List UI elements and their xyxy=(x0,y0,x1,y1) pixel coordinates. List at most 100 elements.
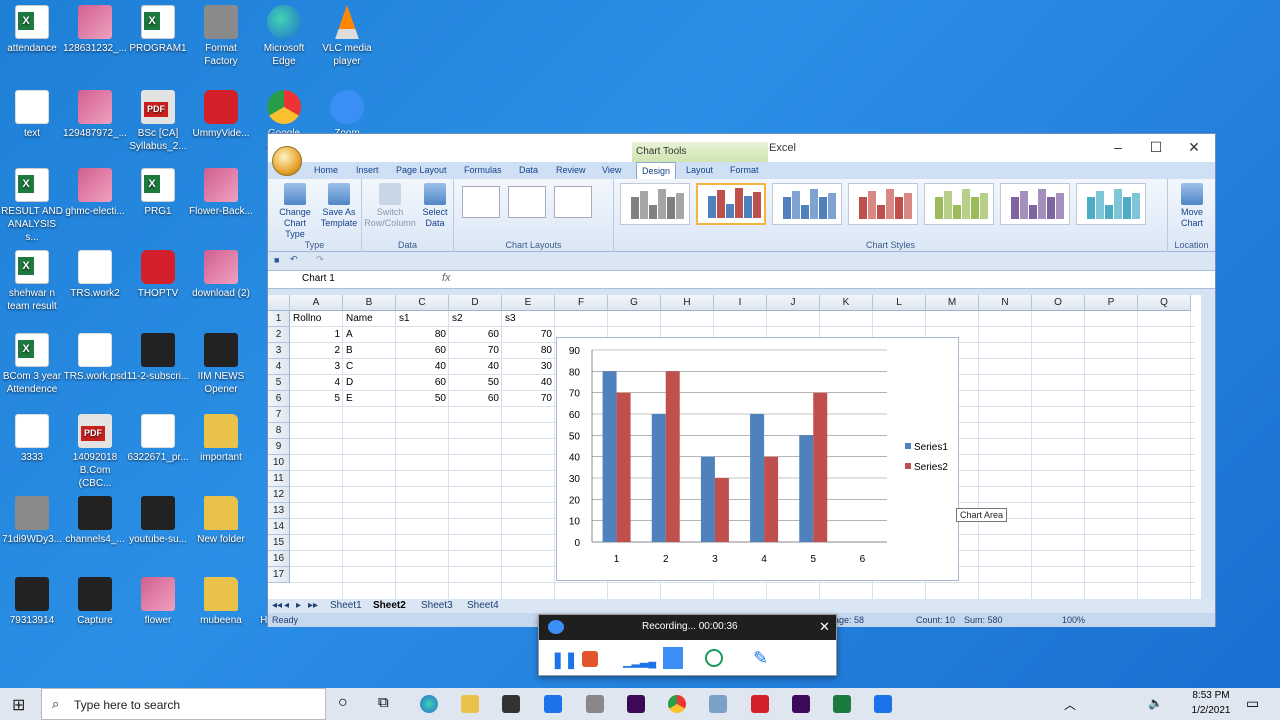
clock-time[interactable]: 8:53 PM xyxy=(1191,690,1231,701)
switch-row-column-button[interactable]: Switch Row/Column xyxy=(364,183,416,229)
column-header[interactable]: Q xyxy=(1138,295,1191,311)
header-cell[interactable]: Rollno xyxy=(290,311,343,327)
column-header[interactable]: J xyxy=(767,295,820,311)
sheet-nav-arrow-icon[interactable]: ▸ xyxy=(296,600,301,611)
desktop-icon[interactable]: ghmc-electi... xyxy=(63,168,127,218)
desktop-icon[interactable]: Flower-Back... xyxy=(189,168,253,218)
desktop-icon[interactable]: youtube-su... xyxy=(126,496,190,546)
column-header[interactable]: I xyxy=(714,295,767,311)
column-header[interactable]: H xyxy=(661,295,714,311)
desktop-icon[interactable]: BCom 3 year Attendence xyxy=(0,333,64,396)
downloader-taskbar-icon[interactable] xyxy=(751,695,769,713)
chart-style-6[interactable] xyxy=(1000,183,1070,225)
data-cell[interactable]: 70 xyxy=(449,343,502,359)
data-cell[interactable]: 60 xyxy=(449,327,502,343)
sheet-nav-arrow-icon[interactable]: ▸▸ xyxy=(308,600,318,611)
tab-home[interactable]: Home xyxy=(314,165,338,175)
column-header[interactable]: B xyxy=(343,295,396,311)
column-header[interactable]: N xyxy=(979,295,1032,311)
data-cell[interactable]: 5 xyxy=(290,391,343,407)
chart-layout-2[interactable] xyxy=(508,186,546,218)
row-header[interactable]: 2 xyxy=(268,327,290,343)
chart-style-4[interactable] xyxy=(848,183,918,225)
tab-data[interactable]: Data xyxy=(519,165,538,175)
column-header[interactable]: F xyxy=(555,295,608,311)
excel-taskbar-icon[interactable] xyxy=(833,695,851,713)
desktop-icon[interactable]: UmmyVide... xyxy=(189,90,253,140)
pause-icon[interactable]: ❚❚ xyxy=(551,650,578,670)
desktop-icon[interactable]: 129487972_... xyxy=(63,90,127,140)
row-header[interactable]: 12 xyxy=(268,487,290,503)
row-header[interactable]: 15 xyxy=(268,535,290,551)
desktop-icon[interactable]: 6322671_pr... xyxy=(126,414,190,464)
desktop-icon[interactable]: attendance xyxy=(0,5,64,55)
data-cell[interactable]: 30 xyxy=(502,359,555,375)
fx-button[interactable]: fx xyxy=(442,272,451,284)
desktop-icon[interactable]: mubeena xyxy=(189,577,253,627)
data-cell[interactable]: 50 xyxy=(396,391,449,407)
save-icon[interactable]: ■ xyxy=(274,255,279,265)
row-header[interactable]: 17 xyxy=(268,567,290,583)
row-header[interactable]: 9 xyxy=(268,439,290,455)
row-header[interactable]: 7 xyxy=(268,407,290,423)
data-cell[interactable]: 60 xyxy=(396,343,449,359)
desktop-icon[interactable]: 14092018 B.Com (CBC... xyxy=(63,414,127,490)
chart-layout-1[interactable] xyxy=(462,186,500,218)
row-header[interactable]: 16 xyxy=(268,551,290,567)
desktop-icon[interactable]: channels4_... xyxy=(63,496,127,546)
minimize-button[interactable]: – xyxy=(1100,139,1136,155)
tab-insert[interactable]: Insert xyxy=(356,165,379,175)
recorder-taskbar-icon[interactable] xyxy=(874,695,892,713)
data-cell[interactable]: 80 xyxy=(502,343,555,359)
tab-formulas[interactable]: Formulas xyxy=(464,165,502,175)
column-header[interactable]: E xyxy=(502,295,555,311)
header-cell[interactable]: s3 xyxy=(502,311,555,327)
column-header[interactable]: O xyxy=(1032,295,1085,311)
task-view-icon[interactable]: ⧉ xyxy=(378,694,389,711)
data-cell[interactable]: 40 xyxy=(396,359,449,375)
chart-style-7[interactable] xyxy=(1076,183,1146,225)
data-cell[interactable]: 40 xyxy=(449,359,502,375)
data-cell[interactable]: E xyxy=(343,391,396,407)
undo-icon[interactable]: ↶ xyxy=(290,254,298,265)
column-header[interactable]: L xyxy=(873,295,926,311)
desktop-icon[interactable]: VLC media player xyxy=(315,5,379,68)
pencil-icon[interactable]: ✎ xyxy=(753,648,768,669)
sheet-tab-sheet3[interactable]: Sheet3 xyxy=(421,600,453,611)
data-cell[interactable]: 3 xyxy=(290,359,343,375)
column-header[interactable]: M xyxy=(926,295,979,311)
row-header[interactable]: 11 xyxy=(268,471,290,487)
maximize-button[interactable]: ☐ xyxy=(1138,139,1174,156)
desktop-icon[interactable]: RESULT AND ANALYSIS s... xyxy=(0,168,64,244)
column-header[interactable]: D xyxy=(449,295,502,311)
column-header[interactable]: K xyxy=(820,295,873,311)
sheet-nav-arrow-icon[interactable]: ◂◂ xyxy=(272,600,282,611)
desktop-icon[interactable]: 79313914 xyxy=(0,577,64,627)
header-cell[interactable]: s2 xyxy=(449,311,502,327)
desktop-icon[interactable]: PRG1 xyxy=(126,168,190,218)
name-box[interactable]: Chart 1 xyxy=(292,273,386,287)
chart-style-2[interactable] xyxy=(696,183,766,225)
tab-view[interactable]: View xyxy=(602,165,621,175)
data-cell[interactable]: B xyxy=(343,343,396,359)
sheet-tab-sheet1[interactable]: Sheet1 xyxy=(330,600,362,611)
desktop-icon[interactable]: 128631232_... xyxy=(63,5,127,55)
sheet-tab-sheet2[interactable]: Sheet2 xyxy=(373,600,406,611)
mail-taskbar-icon[interactable] xyxy=(544,695,562,713)
row-header[interactable]: 1 xyxy=(268,311,290,327)
row-header[interactable]: 10 xyxy=(268,455,290,471)
data-cell[interactable]: 4 xyxy=(290,375,343,391)
tab-layout[interactable]: Layout xyxy=(686,165,713,175)
worksheet-grid[interactable]: A B C D E F G H I J K L M N O P Q 1 2 3 4 5 6 7 8 9 10 11 12 13 14 15 16… xyxy=(268,295,1201,599)
chart-style-5[interactable] xyxy=(924,183,994,225)
row-header[interactable]: 13 xyxy=(268,503,290,519)
desktop-icon[interactable]: text xyxy=(0,90,64,140)
data-cell[interactable]: 70 xyxy=(502,327,555,343)
premiere-taskbar-icon[interactable] xyxy=(627,695,645,713)
desktop-icon[interactable]: IIM NEWS Opener xyxy=(189,333,253,396)
start-windows-icon[interactable]: ⊞ xyxy=(12,695,25,715)
data-cell[interactable]: A xyxy=(343,327,396,343)
data-cell[interactable]: 70 xyxy=(502,391,555,407)
row-header[interactable]: 3 xyxy=(268,343,290,359)
taskbar-search-box[interactable]: ⌕ Type here to search xyxy=(41,688,326,720)
